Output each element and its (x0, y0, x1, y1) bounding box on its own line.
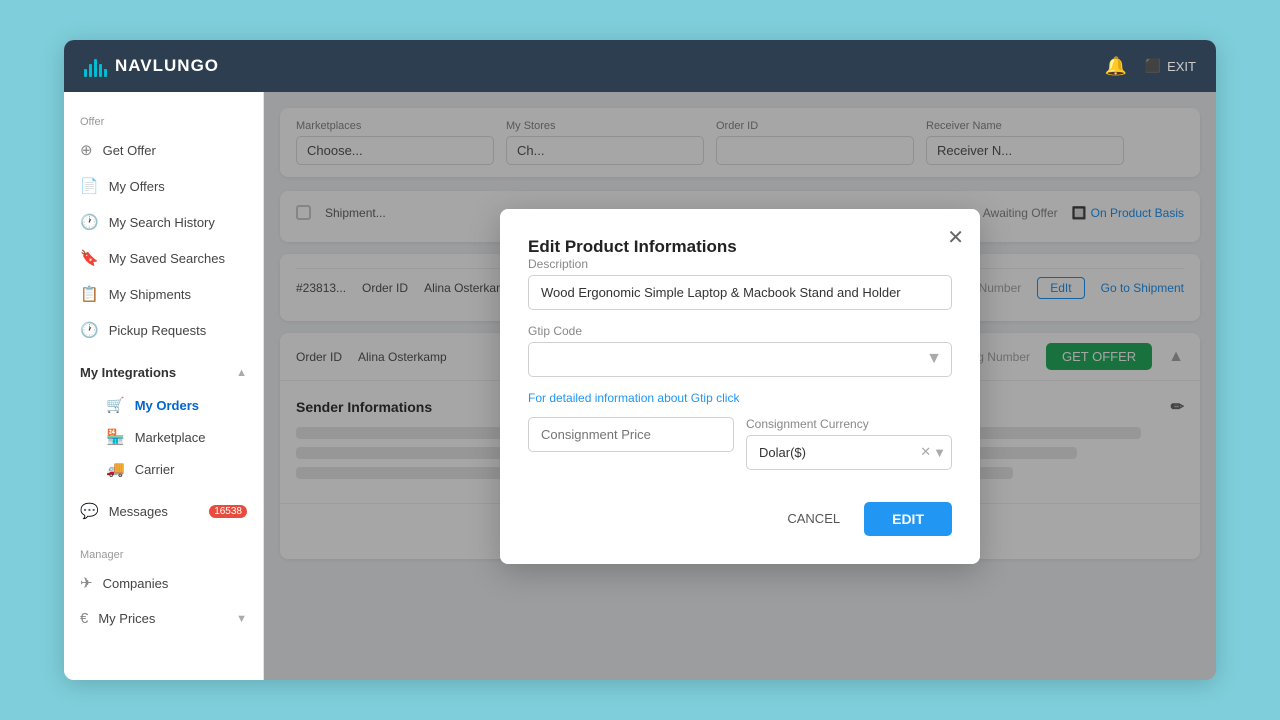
sidebar-item-saved-searches[interactable]: 🔖 My Saved Searches (64, 240, 263, 276)
sidebar-sub-integrations: 🛒 My Orders 🏪 Marketplace 🚚 Carrier (64, 389, 263, 485)
currency-clear-button[interactable]: ✕ (920, 444, 931, 460)
currency-actions: ✕ ▼ (920, 435, 952, 470)
sidebar-item-my-orders[interactable]: 🛒 My Orders (96, 389, 263, 421)
messages-icon: 💬 (80, 502, 99, 520)
consignment-currency-label: Consignment Currency (746, 417, 952, 431)
my-orders-icon: 🛒 (106, 396, 125, 414)
shipments-icon: 📋 (80, 285, 99, 303)
sidebar-section-integrations: My Integrations ▲ (64, 356, 263, 389)
sidebar-item-get-offer[interactable]: ⊕ Get Offer (64, 132, 263, 168)
app-name: NAVLUNGO (115, 56, 219, 76)
description-input[interactable] (528, 275, 952, 310)
cancel-button[interactable]: CANCEL (773, 502, 854, 536)
price-row: Consignment Currency ✕ ▼ (528, 417, 952, 484)
nav-right: 🔔 ⬛ EXIT (1104, 56, 1196, 77)
edit-product-modal: Edit Product Informations ✕ Description … (500, 209, 980, 564)
notification-icon[interactable]: 🔔 (1104, 56, 1126, 77)
consignment-price-group (528, 417, 734, 452)
currency-input-wrapper: ✕ ▼ (746, 435, 952, 470)
sidebar: Offer ⊕ Get Offer 📄 My Offers 🕐 My Searc… (64, 92, 264, 680)
sidebar-item-companies[interactable]: ✈ Companies (64, 565, 263, 601)
sidebar-section-offer: Offer (64, 108, 263, 132)
carrier-icon: 🚚 (106, 460, 125, 478)
currency-chevron-icon: ▼ (933, 445, 946, 460)
grip-code-select-wrapper: ▼ (528, 342, 952, 377)
companies-icon: ✈ (80, 574, 93, 592)
grip-code-group: Gtip Code ▼ (528, 324, 952, 377)
sidebar-item-pickup-requests[interactable]: 🕐 Pickup Requests (64, 312, 263, 348)
modal-close-button[interactable]: ✕ (947, 225, 964, 250)
messages-badge: 16538 (209, 505, 247, 518)
modal-title: Edit Product Informations (528, 237, 737, 256)
modal-actions: CANCEL EDIT (528, 502, 952, 536)
modal-overlay: Edit Product Informations ✕ Description … (264, 92, 1216, 680)
my-prices-icon: € (80, 610, 88, 627)
get-offer-icon: ⊕ (80, 141, 93, 159)
logo-icon (84, 55, 107, 77)
consignment-price-input[interactable] (528, 417, 734, 452)
logo-area: NAVLUNGO (84, 55, 219, 77)
pickup-icon: 🕐 (80, 321, 99, 339)
description-group: Description (528, 257, 952, 310)
grip-note: For detailed information about Gtip clic… (528, 391, 952, 405)
grip-code-label: Gtip Code (528, 324, 952, 338)
content-area: Marketplaces My Stores Order ID Receiver… (264, 92, 1216, 680)
my-offers-icon: 📄 (80, 177, 99, 195)
edit-submit-button[interactable]: EDIT (864, 502, 952, 536)
grip-code-select[interactable] (528, 342, 952, 377)
sidebar-item-carrier[interactable]: 🚚 Carrier (96, 453, 263, 485)
sidebar-item-shipments[interactable]: 📋 My Shipments (64, 276, 263, 312)
grip-click-link[interactable]: click (716, 391, 739, 405)
description-label: Description (528, 257, 952, 271)
sidebar-item-messages[interactable]: 💬 Messages 16538 (64, 493, 263, 529)
topnav: NAVLUNGO 🔔 ⬛ EXIT (64, 40, 1216, 92)
exit-icon: ⬛ (1145, 58, 1161, 74)
sidebar-item-marketplace[interactable]: 🏪 Marketplace (96, 421, 263, 453)
exit-button[interactable]: ⬛ EXIT (1145, 58, 1196, 74)
sidebar-item-search-history[interactable]: 🕐 My Search History (64, 204, 263, 240)
sidebar-section-manager: Manager (64, 541, 263, 565)
sidebar-item-my-offers[interactable]: 📄 My Offers (64, 168, 263, 204)
consignment-currency-group: Consignment Currency ✕ ▼ (746, 417, 952, 470)
saved-searches-icon: 🔖 (80, 249, 99, 267)
sidebar-item-my-prices[interactable]: € My Prices ▼ (64, 601, 263, 636)
search-history-icon: 🕐 (80, 213, 99, 231)
marketplace-icon: 🏪 (106, 428, 125, 446)
